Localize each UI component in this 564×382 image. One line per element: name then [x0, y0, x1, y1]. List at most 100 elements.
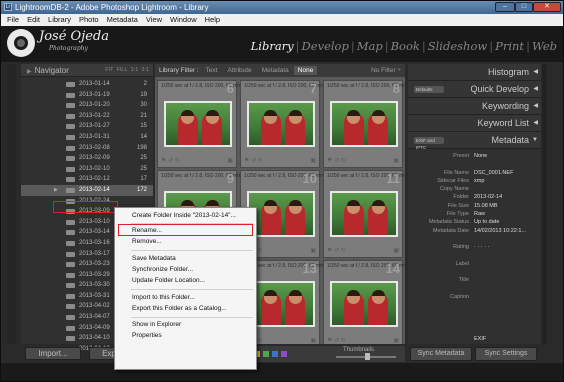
- close-button[interactable]: ✕: [533, 2, 561, 12]
- metadata-value[interactable]: EXIF: [474, 335, 486, 343]
- module-slideshow[interactable]: Slideshow: [428, 39, 487, 53]
- folder-row[interactable]: 2013-02-08 198: [21, 143, 153, 154]
- flag-icons[interactable]: ⚑ ↺ ↻: [161, 157, 180, 164]
- menu-window[interactable]: Window: [166, 14, 201, 26]
- menu-edit[interactable]: Edit: [23, 14, 44, 26]
- photo-thumbnail-cell[interactable]: 1/250 sec at f / 2.8, ISO 200, 60 mm (60…: [323, 80, 405, 168]
- menu-save-metadata[interactable]: Save Metadata: [115, 254, 256, 264]
- photo-thumbnail-image[interactable]: [164, 101, 232, 147]
- flag-icons[interactable]: ⚑ ↺ ↻: [327, 247, 346, 254]
- color-label-green[interactable]: [263, 351, 269, 357]
- zoom-1-1[interactable]: 1:1: [131, 67, 139, 73]
- expand-triangle-icon[interactable]: ▶: [54, 185, 58, 196]
- photo-thumbnail-image[interactable]: [247, 101, 315, 147]
- sync-settings-button[interactable]: Sync Settings: [475, 347, 537, 361]
- metadata-row: EXIF: [408, 335, 541, 343]
- module-print[interactable]: Print: [495, 39, 524, 53]
- folder-row[interactable]: 2013-01-31 14: [21, 132, 153, 143]
- thumbnail-slider-handle[interactable]: [365, 353, 370, 360]
- menu-show-in-explorer[interactable]: Show in Explorer: [115, 320, 256, 330]
- metadata-value[interactable]: xmp: [474, 177, 484, 185]
- photo-thumbnail-image[interactable]: [330, 281, 398, 327]
- metadata-row: [408, 160, 541, 168]
- metadata-value[interactable]: None: [474, 152, 487, 160]
- folder-row[interactable]: 2013-01-14 2: [21, 79, 153, 90]
- quick-develop-preset[interactable]: Defaults: [414, 86, 444, 93]
- right-panel-collapse-bar[interactable]: [542, 64, 547, 344]
- menu-export-folder-as-catalog[interactable]: Export this Folder as a Catalog...: [115, 304, 256, 314]
- module-develop[interactable]: Develop: [302, 39, 349, 53]
- metadata-header[interactable]: EXIF and IPTC Metadata ▼: [408, 132, 541, 150]
- folder-row[interactable]: 2013-01-20 30: [21, 100, 153, 111]
- color-label-purple[interactable]: [281, 351, 287, 357]
- maximize-button[interactable]: □: [515, 2, 533, 12]
- import-button[interactable]: Import...: [25, 347, 81, 360]
- folder-icon: [66, 293, 75, 299]
- metadata-preset[interactable]: EXIF and IPTC: [414, 137, 444, 150]
- navigator-header[interactable]: ▶ Navigator FIT FILL 1:1 3:1: [21, 64, 153, 77]
- photo-thumbnail-image[interactable]: [247, 281, 315, 327]
- filter-text[interactable]: Text: [201, 67, 223, 74]
- photo-thumbnail-cell[interactable]: 1/250 sec at f / 2.8, ISO 200, 60 mm (60…: [323, 170, 405, 258]
- metadata-value[interactable]: Up to date: [474, 218, 499, 226]
- keywording-header[interactable]: Keywording ◀: [408, 98, 541, 115]
- folder-icon: [66, 315, 75, 321]
- menu-photo[interactable]: Photo: [75, 14, 103, 26]
- keyword-list-header[interactable]: Keyword List ◀: [408, 115, 541, 132]
- histogram-header[interactable]: Histogram ◀: [408, 64, 541, 81]
- menu-import-to-folder[interactable]: Import to this Folder...: [115, 293, 256, 303]
- filter-preset-dropdown[interactable]: No Filter ÷: [371, 64, 401, 77]
- metadata-value[interactable]: 15.08 MB: [474, 202, 498, 210]
- child-hair: [372, 290, 385, 296]
- filter-none[interactable]: None: [293, 66, 318, 75]
- flag-icons[interactable]: ⚑ ↺ ↻: [327, 157, 346, 164]
- quick-develop-header[interactable]: Defaults Quick Develop ◀: [408, 81, 541, 98]
- menu-metadata[interactable]: Metadata: [103, 14, 142, 26]
- module-library[interactable]: Library: [251, 39, 294, 53]
- color-label-blue[interactable]: [272, 351, 278, 357]
- metadata-value[interactable]: Raw: [474, 210, 485, 218]
- menu-help[interactable]: Help: [201, 14, 224, 26]
- menu-library[interactable]: Library: [44, 14, 75, 26]
- menu-separator: [131, 289, 253, 290]
- photo-thumbnail-image[interactable]: [247, 191, 315, 237]
- flag-icons[interactable]: ⚑ ↺ ↻: [244, 157, 263, 164]
- folder-row[interactable]: 2013-01-27 15: [21, 121, 153, 132]
- minimize-button[interactable]: –: [495, 2, 515, 12]
- folder-row-selected[interactable]: ▶ 2013-02-14 172: [21, 184, 153, 196]
- sync-metadata-button[interactable]: Sync Metadata: [410, 347, 472, 361]
- menu-update-folder-location[interactable]: Update Folder Location...: [115, 276, 256, 286]
- menu-remove[interactable]: Remove...: [115, 237, 256, 247]
- menu-synchronize-folder[interactable]: Synchronize Folder...: [115, 265, 256, 275]
- folder-row[interactable]: 2013-02-10 25: [21, 164, 153, 175]
- menu-file[interactable]: File: [1, 14, 23, 26]
- module-web[interactable]: Web: [532, 39, 557, 53]
- module-book[interactable]: Book: [391, 39, 420, 53]
- zoom-3-1[interactable]: 3:1: [141, 67, 149, 73]
- metadata-value[interactable]: · · · · ·: [474, 243, 489, 251]
- photo-thumbnail-cell[interactable]: 1/250 sec at f / 2.8, ISO 200, 60 mm (60…: [157, 80, 279, 168]
- photo-thumbnail-image[interactable]: [330, 191, 398, 237]
- folder-row[interactable]: 2013-02-12 17: [21, 174, 153, 185]
- metadata-value[interactable]: 14/02/2013 10:22:1...: [474, 227, 526, 235]
- left-panel-collapse-bar[interactable]: [7, 64, 16, 344]
- zoom-fit[interactable]: FIT: [105, 67, 113, 73]
- photo-thumbnail-cell[interactable]: 1/250 sec at f / 2.8, ISO 200, 60 mm (60…: [240, 80, 362, 168]
- filter-attribute[interactable]: Attribute: [222, 67, 256, 74]
- metadata-value[interactable]: 4928 x 3264: [474, 343, 504, 345]
- metadata-value[interactable]: DSC_0001.NEF: [474, 169, 513, 177]
- menu-view[interactable]: View: [142, 14, 166, 26]
- photo-thumbnail-image[interactable]: [330, 101, 398, 147]
- menu-properties[interactable]: Properties: [115, 331, 256, 341]
- photo-thumbnail-cell[interactable]: 1/250 sec at f / 2.8, ISO 200, 60 mm (60…: [323, 260, 405, 344]
- module-map[interactable]: Map: [357, 39, 383, 53]
- metadata-value[interactable]: 2013-02-14: [474, 193, 502, 201]
- folder-row[interactable]: 2013-02-09 25: [21, 153, 153, 164]
- child-hair: [289, 290, 302, 296]
- menu-create-folder-inside[interactable]: Create Folder Inside "2013-02-14"...: [115, 211, 256, 221]
- zoom-fill[interactable]: FILL: [117, 67, 128, 73]
- folder-row[interactable]: 2013-01-22 21: [21, 111, 153, 122]
- folder-row[interactable]: 2013-01-19 19: [21, 90, 153, 101]
- flag-icons[interactable]: ⚑ ↺ ↻: [327, 337, 346, 344]
- filter-metadata[interactable]: Metadata: [257, 67, 294, 74]
